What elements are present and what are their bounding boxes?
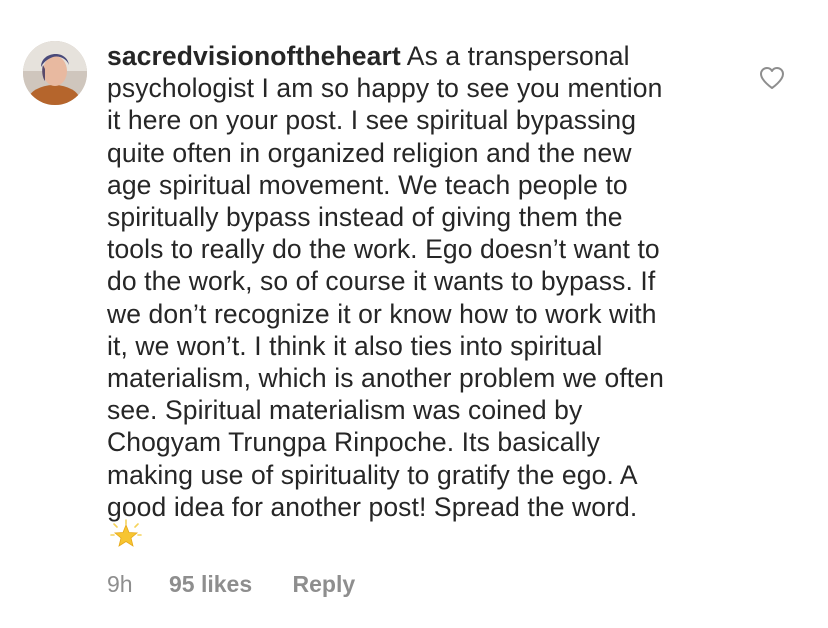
comment-text: sacredvisionoftheheart As a transpersona…	[107, 40, 737, 523]
comment-line: we don’t recognize it or know how to wor…	[107, 298, 657, 329]
likes-count-button[interactable]: 95 likes	[169, 570, 252, 598]
comment-line: it, we won’t. I think it also ties into …	[107, 330, 603, 361]
comment-line: psychologist I am so happy to see you me…	[107, 73, 663, 104]
timestamp[interactable]: 9h	[107, 570, 133, 598]
comment-line: As a transpersonal	[400, 41, 630, 71]
username-link[interactable]: sacredvisionoftheheart	[107, 41, 401, 71]
comment-line: making use of spirituality to gratify th…	[107, 459, 638, 490]
avatar[interactable]	[23, 41, 87, 105]
comment-line: tools to really do the work. Ego doesn’t…	[107, 234, 660, 265]
comment-line: age spiritual movement. We teach people …	[107, 169, 628, 200]
comment-line: good idea for another post! Spread the w…	[107, 491, 638, 522]
glowing-star-icon	[110, 519, 142, 551]
comment: sacredvisionoftheheart As a transpersona…	[0, 0, 828, 628]
comment-line: do the work, so of course it wants to by…	[107, 266, 656, 297]
comment-first-line: sacredvisionoftheheart As a transpersona…	[107, 40, 737, 72]
avatar-photo-icon	[23, 41, 87, 105]
comment-line: Chogyam Trungpa Rinpoche. Its basically	[107, 427, 600, 458]
comment-line: quite often in organized religion and th…	[107, 137, 632, 168]
comment-line: it here on your post. I see spiritual by…	[107, 105, 637, 136]
like-heart-icon[interactable]	[759, 66, 785, 90]
reply-button[interactable]: Reply	[293, 570, 356, 598]
comment-line: spiritually bypass instead of giving the…	[107, 202, 623, 233]
comment-line: see. Spiritual materialism was coined by	[107, 395, 583, 426]
comment-meta: 9h 95 likes Reply	[107, 570, 355, 598]
comment-line: materialism, which is another problem we…	[107, 363, 664, 394]
